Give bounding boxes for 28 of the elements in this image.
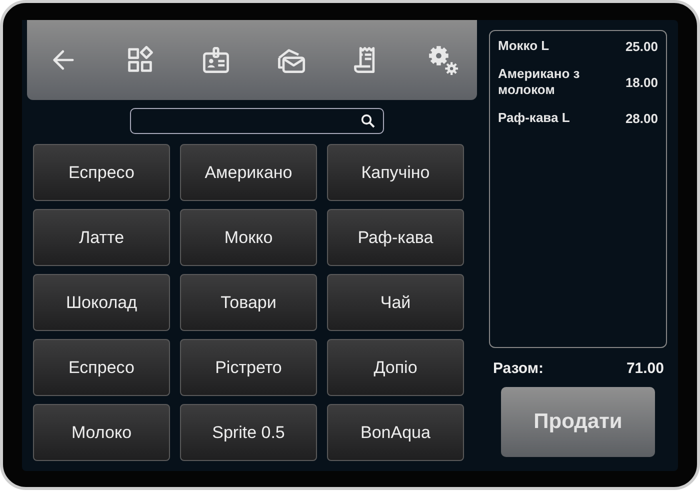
product-button[interactable]: Еспресо <box>33 144 170 201</box>
product-button[interactable]: Молоко <box>33 404 170 461</box>
product-button[interactable]: Шоколад <box>33 274 170 331</box>
product-button[interactable]: Латте <box>33 209 170 266</box>
item-price: 25.00 <box>625 38 658 54</box>
search-icon <box>361 114 375 128</box>
total-value: 71.00 <box>626 360 664 377</box>
item-price: 28.00 <box>625 110 658 126</box>
product-button[interactable]: Американо <box>180 144 317 201</box>
sell-button[interactable]: Продати <box>501 387 655 457</box>
item-price: 18.00 <box>625 74 658 90</box>
product-button[interactable]: Мокко <box>180 209 317 266</box>
item-name: Мокко L <box>498 38 550 54</box>
product-button[interactable]: Товари <box>180 274 317 331</box>
product-button[interactable]: Рістрето <box>180 339 317 396</box>
product-button[interactable]: BonAqua <box>327 404 464 461</box>
product-button[interactable]: Еспресо <box>33 339 170 396</box>
item-name: Американо з молоком <box>498 66 581 98</box>
product-button[interactable]: Sprite 0.5 <box>180 404 317 461</box>
product-button[interactable]: Раф-кава <box>327 209 464 266</box>
product-button[interactable]: Капучіно <box>327 144 464 201</box>
product-button[interactable]: Допіо <box>327 339 464 396</box>
gears-icon[interactable] <box>428 45 458 75</box>
total-label: Разом: <box>493 360 544 377</box>
search-field[interactable] <box>130 108 384 134</box>
id-badge-icon[interactable] <box>200 45 231 75</box>
item-name: Раф-кава L <box>498 110 571 126</box>
product-button[interactable]: Чай <box>327 274 464 331</box>
